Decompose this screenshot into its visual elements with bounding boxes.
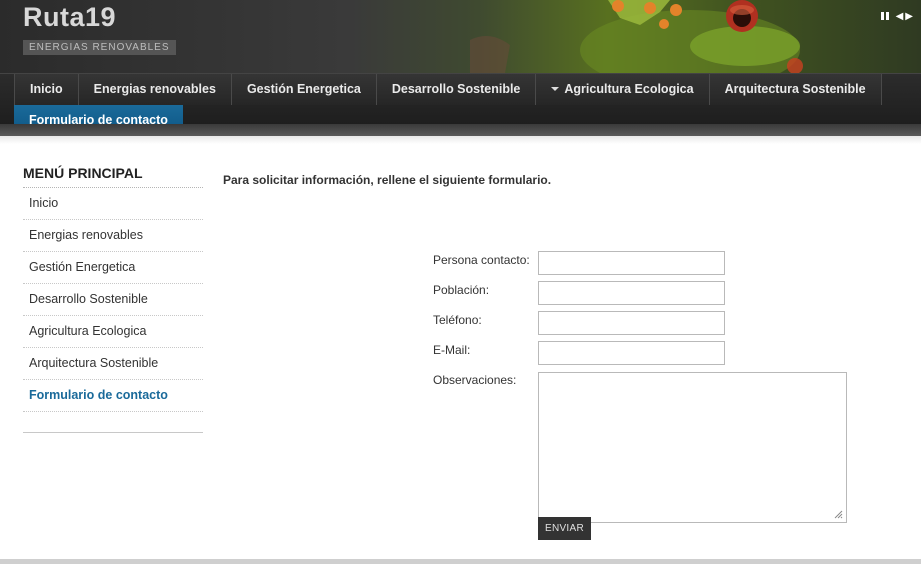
pause-icon[interactable] [880,11,890,21]
footer-band [0,559,921,564]
next-arrow-icon[interactable]: ▶ [905,11,913,23]
contact-person-label: Persona contacto: [433,253,530,267]
sidebar-item-desarrollo-sostenible[interactable]: Desarrollo Sostenible [23,284,203,316]
site-title[interactable]: Ruta19 [23,2,116,33]
nav-item-gestion-energetica[interactable]: Gestión Energetica [231,74,377,105]
notes-textarea[interactable] [538,372,847,523]
nav-item-arquitectura-sostenible[interactable]: Arquitectura Sostenible [709,74,882,105]
sidebar-item-formulario-contacto[interactable]: Formulario de contacto [23,380,203,412]
nav-item-label: Energias renovables [93,82,216,96]
prev-arrow-icon[interactable]: ◀ [896,11,904,23]
nav-item-inicio[interactable]: Inicio [14,74,79,105]
sidebar-title: MENÚ PRINCIPAL [23,162,203,188]
nav-item-label: Arquitectura Sostenible [724,82,866,96]
frog-banner-image [470,0,803,73]
email-label: E-Mail: [433,343,471,357]
sidebar-item-energias-renovables[interactable]: Energias renovables [23,220,203,252]
nav-item-label: Desarrollo Sostenible [391,82,521,96]
nav-item-desarrollo-sostenible[interactable]: Desarrollo Sostenible [376,74,537,105]
nav-item-label: Gestión Energetica [246,82,361,96]
notes-label: Observaciones: [433,373,517,387]
sidebar-item-agricultura-ecologica[interactable]: Agricultura Ecologica [23,316,203,348]
email-input[interactable] [538,341,725,365]
phone-label: Teléfono: [433,313,482,327]
nav-item-label: Agricultura Ecologica [564,82,694,96]
form-intro-text: Para solicitar información, rellene el s… [223,173,552,187]
city-label: Población: [433,283,490,297]
city-input[interactable] [538,281,725,305]
sidebar-item-arquitectura-sostenible[interactable]: Arquitectura Sostenible [23,348,203,380]
site-tagline: ENERGIAS RENOVABLES [23,40,176,55]
sidebar-menu: MENÚ PRINCIPAL Inicio Energias renovable… [23,162,203,433]
nav-item-energias-renovables[interactable]: Energias renovables [78,74,232,105]
site-header: Ruta19 ENERGIAS RENOVABLES ◀ ▶ [0,0,921,73]
nav-row-primary: Inicio Energias renovables Gestión Energ… [14,74,882,105]
resize-handle-icon[interactable] [834,510,843,519]
nav-item-agricultura-ecologica[interactable]: Agricultura Ecologica [536,74,710,105]
sidebar-item-inicio[interactable]: Inicio [23,188,203,220]
contact-person-input[interactable] [538,251,725,275]
sidebar-divider [23,432,203,433]
header-shadow [0,136,921,144]
dropdown-arrow-icon [551,86,560,91]
sidebar-item-gestion-energetica[interactable]: Gestión Energetica [23,252,203,284]
nav-bottom-bar [0,124,921,136]
phone-input[interactable] [538,311,725,335]
nav-item-label: Inicio [30,82,63,96]
slider-controls: ◀ ▶ [880,11,913,23]
submit-button[interactable]: ENVIAR [538,517,591,540]
